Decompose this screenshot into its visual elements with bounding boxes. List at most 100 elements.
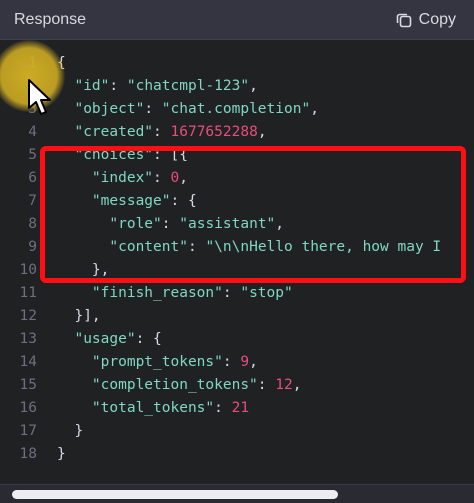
line-content: "object": "chat.completion",: [57, 98, 319, 121]
code-token: ,: [310, 101, 319, 117]
copy-button[interactable]: Copy: [395, 11, 456, 29]
code-token: 0: [170, 170, 180, 186]
copy-icon: [396, 13, 411, 27]
line-content: }: [57, 443, 66, 466]
line-number: 16: [19, 400, 37, 416]
code-token: "finish_reason": [91, 285, 223, 301]
code-line: 14 "prompt_tokens": 9,: [0, 351, 474, 374]
line-number: 5: [28, 147, 37, 163]
code-token: "completion_tokens": [91, 377, 258, 393]
code-token: "role": [109, 216, 162, 232]
code-token: }: [57, 446, 66, 462]
code-token: : {: [135, 331, 162, 347]
code-line: 18}: [0, 443, 474, 466]
code-line: 17 }: [0, 420, 474, 443]
code-token: "total_tokens": [91, 400, 215, 416]
code-line: 5 "choices": [{: [0, 144, 474, 167]
line-number: 6: [28, 170, 37, 186]
response-header: Response Copy: [0, 0, 474, 40]
line-content: "role": "assistant",: [57, 213, 284, 236]
code-token: ,: [292, 377, 302, 393]
code-line: 4 "created": 1677652288,: [0, 121, 474, 144]
code-token: }],: [57, 308, 101, 324]
line-number: 3: [28, 101, 37, 117]
line-number: 9: [28, 239, 37, 255]
line-content: "id": "chatcmpl-123",: [57, 75, 258, 98]
code-token: :: [153, 170, 171, 186]
code-line: 10 },: [0, 259, 474, 282]
code-line: 6 "index": 0,: [0, 167, 474, 190]
code-token: :: [161, 216, 180, 232]
code-token: :: [222, 285, 241, 301]
code-token: ,: [249, 78, 258, 94]
line-content: "content": "\n\nHello there, how may I: [57, 236, 441, 259]
line-content: }],: [57, 305, 101, 328]
line-content: "completion_tokens": 12,: [57, 374, 302, 397]
code-token: ,: [257, 124, 267, 140]
code-line: 8 "role": "assistant",: [0, 213, 474, 236]
line-number: 18: [19, 446, 37, 462]
code-token: "\n\nHello there, how may I: [205, 239, 442, 255]
code-token: "object": [74, 101, 145, 117]
code-block[interactable]: 1{2 "id": "chatcmpl-123", 3 "object": "ch…: [0, 52, 474, 482]
code-token: 12: [275, 377, 293, 393]
code-token: "assistant": [179, 216, 276, 232]
line-content: "usage": {: [57, 328, 162, 351]
line-content: "finish_reason": "stop": [57, 282, 293, 305]
code-token: "choices": [74, 147, 154, 163]
line-content: "total_tokens": 21: [57, 397, 249, 420]
code-line: 2 "id": "chatcmpl-123",: [0, 75, 474, 98]
code-token: ,: [179, 170, 188, 186]
line-number: 14: [19, 354, 37, 370]
code-token: "content": [109, 239, 188, 255]
code-token: "prompt_tokens": [91, 354, 223, 370]
line-content: "message": {: [57, 190, 197, 213]
code-token: ,: [249, 354, 258, 370]
horizontal-scrollbar[interactable]: [0, 484, 474, 503]
code-token: "stop": [240, 285, 293, 301]
code-token: :: [109, 78, 127, 94]
code-token: 1677652288: [170, 124, 258, 140]
code-token: : {: [170, 193, 197, 209]
code-line: 7 "message": {: [0, 190, 474, 213]
code-line: 3 "object": "chat.completion",: [0, 98, 474, 121]
line-content: "index": 0,: [57, 167, 188, 190]
code-token: : [{: [153, 147, 188, 163]
line-content: "created": 1677652288,: [57, 121, 267, 144]
code-token: ,: [275, 216, 285, 232]
code-line: 12 }],: [0, 305, 474, 328]
line-content: },: [57, 259, 109, 282]
line-number: 12: [19, 308, 37, 324]
line-number: 10: [19, 262, 37, 278]
code-line: 13 "usage": {: [0, 328, 474, 351]
code-token: :: [257, 377, 276, 393]
code-token: "usage": [74, 331, 136, 347]
scrollbar-thumb[interactable]: [12, 490, 338, 499]
line-content: }: [57, 420, 83, 443]
response-title: Response: [14, 10, 87, 28]
line-number: 13: [19, 331, 37, 347]
code-line: 11 "finish_reason": "stop": [0, 282, 474, 305]
code-token: 9: [240, 354, 250, 370]
line-content: "choices": [{: [57, 144, 188, 167]
code-token: :: [187, 239, 206, 255]
code-line: 16 "total_tokens": 21: [0, 397, 474, 420]
line-number: 11: [19, 285, 37, 301]
code-token: 21: [231, 400, 250, 416]
code-token: :: [144, 101, 162, 117]
code-token: "message": [91, 193, 171, 209]
code-token: :: [214, 400, 232, 416]
line-number: 17: [19, 423, 37, 439]
line-number: 15: [19, 377, 37, 393]
